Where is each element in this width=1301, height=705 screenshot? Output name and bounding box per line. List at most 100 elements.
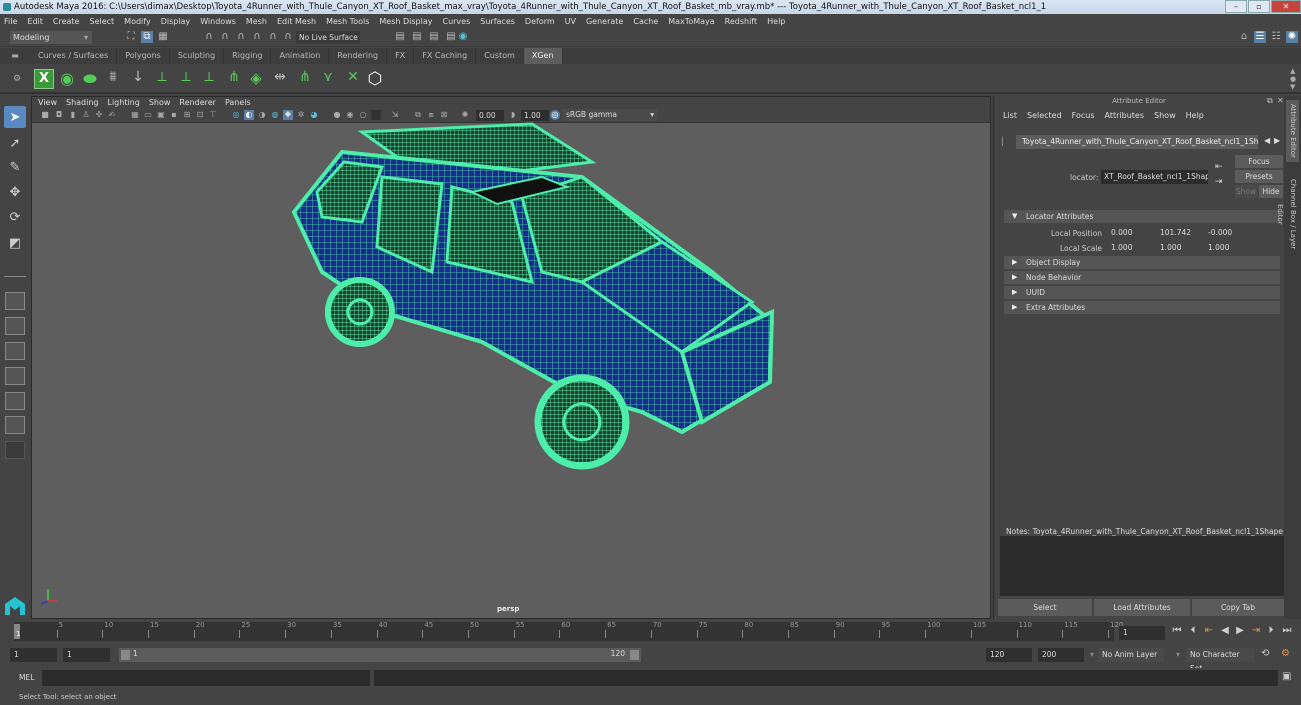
select-component-icon[interactable]: ▦	[157, 31, 169, 43]
prev-tab-icon[interactable]: ▏	[1002, 137, 1008, 146]
close-button[interactable]: ✕	[1271, 0, 1301, 13]
render-view-icon[interactable]: ▤	[394, 31, 406, 43]
step-forward-key-icon[interactable]: ⇥	[1249, 625, 1263, 636]
xgen-move-guides-icon[interactable]: ↓	[128, 69, 148, 89]
camera-attributes-icon[interactable]: ◘	[54, 110, 64, 120]
menu-mesh-tools[interactable]: Mesh Tools	[326, 17, 369, 26]
tab-scroll-left-icon[interactable]: ◀	[1264, 136, 1270, 145]
snap-surface-icon[interactable]: ∩	[267, 31, 279, 43]
ae-menu-focus[interactable]: Focus	[1072, 109, 1095, 123]
input-connection-icon[interactable]: ⇤	[1215, 162, 1223, 172]
script-editor-icon[interactable]: ▣	[1282, 671, 1291, 682]
layout-two-pane-stacked-icon[interactable]	[5, 367, 25, 385]
shelf-tab-fx[interactable]: FX	[387, 48, 415, 64]
local-scale-x[interactable]: 1.000	[1108, 242, 1154, 254]
resolution-gate-icon[interactable]: ▣	[156, 110, 166, 120]
menu-maxtomaya[interactable]: MaxToMaya	[668, 17, 714, 26]
menu-edit-mesh[interactable]: Edit Mesh	[277, 17, 316, 26]
layout-two-pane-side-icon[interactable]	[5, 342, 25, 360]
gate-mask-icon[interactable]: ▪	[169, 110, 179, 120]
menu-cache[interactable]: Cache	[633, 17, 658, 26]
menu-edit[interactable]: Edit	[27, 17, 43, 26]
grid-toggle-icon[interactable]: ▦	[130, 110, 140, 120]
color-management-icon[interactable]: ◎	[550, 110, 560, 120]
select-hierarchy-icon[interactable]: ⛶	[125, 31, 137, 43]
shadows-icon[interactable]: ◕	[309, 110, 319, 120]
local-position-z[interactable]: -0.000	[1205, 227, 1251, 239]
viewport-menu-show[interactable]: Show	[149, 97, 171, 108]
default-material-icon[interactable]: ◑	[257, 110, 267, 120]
viewport-menu-view[interactable]: View	[38, 97, 57, 108]
menu-mesh-display[interactable]: Mesh Display	[379, 17, 432, 26]
xgen-preview-icon[interactable]: ◉	[57, 69, 77, 89]
shelf-menu-icon[interactable]: ▬	[0, 48, 30, 64]
shelf-tab-curves-surfaces[interactable]: Curves / Surfaces	[30, 48, 118, 64]
menu-windows[interactable]: Windows	[200, 17, 236, 26]
section-uuid[interactable]: ▶ UUID	[1004, 286, 1280, 299]
play-forwards-icon[interactable]: ▶	[1233, 625, 1247, 636]
move-tool-icon[interactable]: ✥	[4, 181, 26, 203]
snap-view-plane-icon[interactable]: ∩	[251, 31, 263, 43]
auto-key-icon[interactable]: ⟲	[1261, 648, 1269, 659]
xgen-grass-icon[interactable]: ⋔	[224, 69, 244, 89]
shelf-tab-fx-caching[interactable]: FX Caching	[414, 48, 477, 64]
render-settings-icon[interactable]: ▤	[445, 31, 457, 43]
time-slider[interactable]: 5 10 15 20 25 30 35 40 45 50 55 60 65 70 75 80 85 90 95 100…	[14, 621, 1123, 641]
anim-layer-dropdown[interactable]: No Anim Layer	[1098, 648, 1164, 662]
play-backwards-icon[interactable]: ◀	[1218, 625, 1232, 636]
channel-box-toggle-icon[interactable]: ✺	[1286, 31, 1298, 43]
copy-tab-button[interactable]: Copy Tab	[1192, 599, 1284, 616]
shelf-tab-rendering[interactable]: Rendering	[329, 48, 388, 64]
locator-name-field[interactable]: XT_Roof_Basket_ncl1_1Shape	[1101, 170, 1208, 184]
bookmark-icon[interactable]: ▮	[68, 110, 78, 120]
gamma-field[interactable]: 1.00	[521, 110, 549, 121]
menu-modify[interactable]: Modify	[124, 17, 151, 26]
xgen-flatten-icon[interactable]: ⋎	[318, 69, 338, 89]
snap-grid-icon[interactable]: ∩	[203, 31, 215, 43]
shelf-settings-icon[interactable]: ⚙	[13, 74, 21, 84]
ae-menu-show[interactable]: Show	[1154, 109, 1176, 123]
float-panel-icon[interactable]: ⧉	[1267, 96, 1273, 106]
step-back-frame-icon[interactable]: ⏴	[1186, 625, 1200, 636]
xgen-layer-icon[interactable]: ◈	[246, 69, 266, 89]
ae-menu-help[interactable]: Help	[1186, 109, 1204, 123]
shelf-tab-xgen[interactable]: XGen	[523, 48, 563, 64]
attribute-editor-toggle-icon[interactable]: ☰	[1254, 31, 1266, 43]
select-button[interactable]: Select	[998, 599, 1092, 616]
menu-create[interactable]: Create	[53, 17, 80, 26]
shelf-tab-animation[interactable]: Animation	[271, 48, 330, 64]
depth-of-field-icon[interactable]	[371, 110, 381, 120]
viewport-menu-renderer[interactable]: Renderer	[179, 97, 216, 108]
car-wireframe-model[interactable]	[282, 122, 792, 482]
safe-title-icon[interactable]: ⊤	[208, 110, 218, 120]
snap-curve-icon[interactable]: ∩	[219, 31, 231, 43]
animation-end-field[interactable]: 200	[1038, 648, 1084, 662]
side-tab-attribute-editor[interactable]: Attribute Editor	[1286, 100, 1299, 162]
node-tab[interactable]: Toyota_4Runner_with_Thule_Canyon_XT_Roof…	[1016, 135, 1258, 149]
film-gate-icon[interactable]: ▭	[143, 110, 153, 120]
shelf-tab-rigging[interactable]: Rigging	[224, 48, 272, 64]
xray-joints-icon[interactable]: ⧈	[426, 110, 436, 120]
local-position-y[interactable]: 101.742	[1157, 227, 1203, 239]
viewport-menu-panels[interactable]: Panels	[225, 97, 251, 108]
viewport-menu-shading[interactable]: Shading	[66, 97, 99, 108]
menu-select[interactable]: Select	[89, 17, 114, 26]
xgen-length-icon[interactable]: ⇹	[270, 69, 290, 89]
animation-preferences-icon[interactable]: ⚙	[1281, 648, 1290, 659]
xray-icon[interactable]: ⧉	[413, 110, 423, 120]
viewport-menu-lighting[interactable]: Lighting	[107, 97, 139, 108]
ae-menu-list[interactable]: List	[1003, 109, 1017, 123]
shelf-tab-polygons[interactable]: Polygons	[117, 48, 170, 64]
local-scale-z[interactable]: 1.000	[1205, 242, 1251, 254]
command-input[interactable]	[42, 670, 370, 686]
live-surface-field[interactable]: No Live Surface	[296, 31, 360, 44]
step-back-key-icon[interactable]: ⇤	[1202, 625, 1216, 636]
animation-start-field[interactable]: 1	[10, 648, 57, 662]
shelf-tab-sculpting[interactable]: Sculpting	[170, 48, 225, 64]
playback-start-field[interactable]: 1	[63, 648, 110, 662]
step-forward-frame-icon[interactable]: ⏵	[1264, 625, 1278, 636]
wireframe-on-shaded-icon[interactable]: ◍	[270, 110, 280, 120]
camera-select-icon[interactable]: ■	[40, 110, 50, 120]
section-locator-attributes[interactable]: ▼ Locator Attributes	[1004, 210, 1280, 223]
snap-live-icon[interactable]: ∩	[282, 31, 294, 43]
